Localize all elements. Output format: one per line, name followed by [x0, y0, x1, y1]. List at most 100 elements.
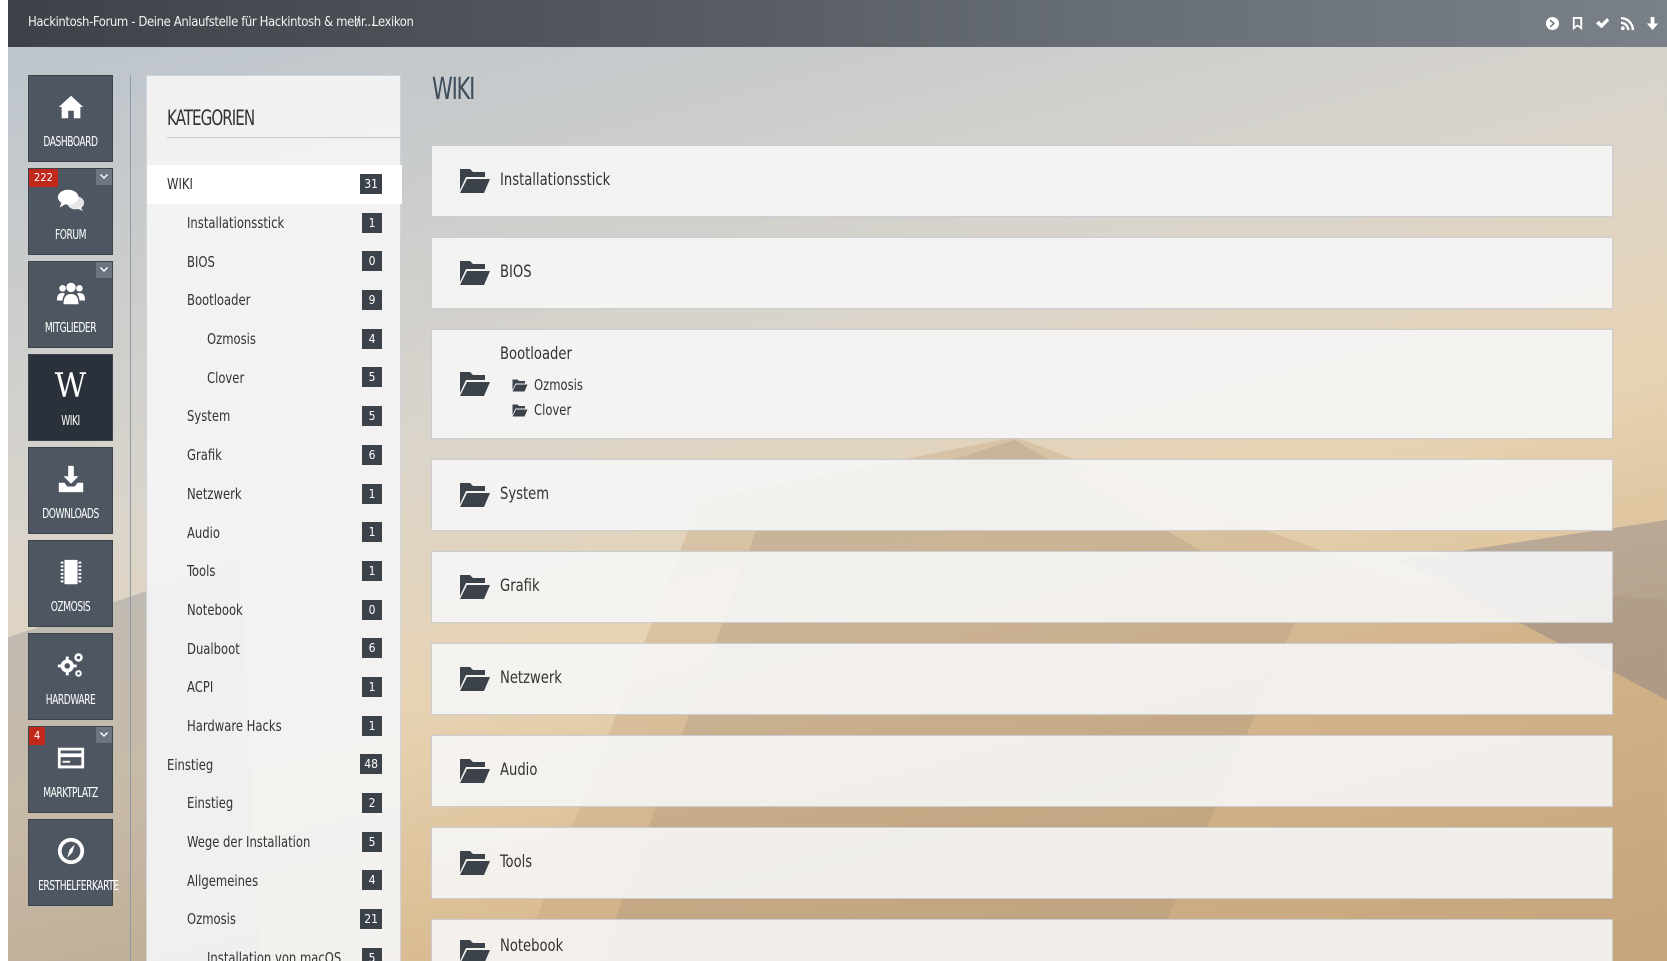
subcategory-link-clover[interactable]: Clover [512, 401, 577, 419]
breadcrumb-site-link[interactable]: Hackintosh-Forum - Deine Anlaufstelle fü… [28, 15, 374, 30]
card-title-link[interactable]: Audio [500, 760, 537, 780]
folder-open-icon [459, 848, 491, 876]
category-label: Installationsstick [187, 214, 285, 233]
category-count-badge: 6 [362, 444, 382, 465]
category-item-ozmosis-einstieg[interactable]: Ozmosis 21 [147, 900, 402, 939]
category-card-netzwerk[interactable]: Netzwerk [431, 643, 1613, 715]
category-label: WIKI [167, 175, 193, 194]
category-label: BIOS [187, 252, 215, 271]
category-item-wiki[interactable]: WIKI 31 [147, 165, 402, 204]
nav-ozmosis[interactable]: Ozmosis [28, 540, 113, 627]
category-item-dualboot[interactable]: Dualboot 6 [147, 629, 402, 668]
folder-open-icon [459, 166, 491, 194]
compass-icon [29, 834, 112, 868]
subcategory-label: Ozmosis [534, 376, 583, 394]
category-card-tools[interactable]: Tools [431, 827, 1613, 899]
category-label: Netzwerk [187, 484, 242, 503]
category-item-hardware-hacks[interactable]: Hardware Hacks 1 [147, 707, 402, 746]
category-item-bootloader[interactable]: Bootloader 9 [147, 281, 402, 320]
card-title-link[interactable]: Installationsstick [500, 170, 610, 190]
page-title: WIKI [432, 72, 475, 107]
nav-marktplatz[interactable]: 4 Marktplatz [28, 726, 113, 813]
category-count-badge: 0 [362, 599, 382, 620]
card-title-link[interactable]: Bootloader [500, 344, 572, 364]
category-label: Audio [187, 523, 220, 542]
card-title-link[interactable]: BIOS [500, 262, 532, 282]
category-label: Hardware Hacks [187, 716, 282, 735]
category-card-notebook[interactable]: Notebook [431, 919, 1613, 961]
category-label: Ozmosis [187, 910, 236, 929]
category-label: Grafik [187, 446, 222, 465]
category-count-badge: 21 [360, 909, 382, 930]
category-count-badge: 6 [362, 638, 382, 659]
rss-icon[interactable] [1615, 12, 1640, 34]
category-item-tools[interactable]: Tools 1 [147, 552, 402, 591]
card-title-link[interactable]: Notebook [500, 936, 563, 956]
category-item-grafik[interactable]: Grafik 6 [147, 436, 402, 475]
subcategory-link-ozmosis[interactable]: Ozmosis [512, 376, 591, 394]
comments-icon [29, 183, 112, 217]
category-item-wege-der-installation[interactable]: Wege der Installation 5 [147, 823, 402, 862]
category-item-system[interactable]: System 5 [147, 397, 402, 436]
category-card-grafik[interactable]: Grafik [431, 551, 1613, 623]
breadcrumb-separator: / [356, 15, 360, 30]
nav-forum[interactable]: 222 Forum [28, 168, 113, 255]
category-item-acpi[interactable]: ACPI 1 [147, 668, 402, 707]
category-item-einstieg[interactable]: Einstieg 2 [147, 784, 402, 823]
categories-panel: Kategorien WIKI 31 Installationsstick 1 BI… [146, 75, 402, 961]
category-card-bootloader[interactable]: Bootloader Ozmosis Clover [431, 329, 1613, 439]
subcategory-label: Clover [534, 401, 572, 419]
bookmark-icon[interactable] [1565, 12, 1590, 34]
nav-hardware[interactable]: Hardware [28, 633, 113, 720]
check-icon[interactable] [1590, 12, 1615, 34]
category-item-ozmosis[interactable]: Ozmosis 4 [147, 320, 402, 359]
category-item-allgemeines[interactable]: Allgemeines 4 [147, 861, 402, 900]
nav-wiki[interactable]: W Wiki [28, 354, 113, 441]
category-count-badge: 1 [362, 522, 382, 543]
wikipedia-icon: W [54, 366, 87, 406]
folder-open-icon [459, 369, 491, 397]
nav-ersthelferkarte[interactable]: Ersthelferkarte [28, 819, 119, 906]
download-arrow-icon[interactable] [1640, 12, 1665, 34]
category-item-installationsstick[interactable]: Installationsstick 1 [147, 204, 402, 243]
folder-open-icon [459, 937, 491, 961]
category-item-audio[interactable]: Audio 1 [147, 513, 402, 552]
card-title-link[interactable]: Grafik [500, 576, 540, 596]
nav-dashboard[interactable]: Dashboard [28, 75, 113, 162]
category-label: Clover [207, 368, 245, 387]
card-title-link[interactable]: Tools [500, 852, 532, 872]
category-card-audio[interactable]: Audio [431, 735, 1613, 807]
category-card-system[interactable]: System [431, 459, 1613, 531]
category-count-badge: 1 [362, 676, 382, 697]
nav-label: Marktplatz [43, 786, 98, 801]
nav-label: Mitglieder [44, 321, 97, 336]
category-item-einstieg-root[interactable]: Einstieg 48 [147, 745, 402, 784]
category-item-bios[interactable]: BIOS 0 [147, 242, 402, 281]
breadcrumb-lexikon-link[interactable]: Lexikon [372, 15, 414, 30]
category-count-badge: 4 [362, 328, 382, 349]
category-card-bios[interactable]: BIOS [431, 237, 1613, 309]
nav-label: Hardware [45, 693, 96, 708]
category-count-badge: 31 [360, 174, 382, 194]
category-label: Bootloader [187, 291, 251, 310]
nav-label: Dashboard [43, 135, 98, 150]
nav-mitglieder[interactable]: Mitglieder [28, 261, 113, 348]
nav-downloads[interactable]: Downloads [28, 447, 113, 534]
category-count-badge: 2 [362, 793, 382, 813]
folder-open-icon [459, 664, 491, 692]
category-label: Ozmosis [207, 330, 256, 349]
category-list: WIKI 31 Installationsstick 1 BIOS 0 Bootloa… [147, 165, 402, 961]
category-label: Notebook [187, 600, 243, 619]
card-title-link[interactable]: System [500, 484, 549, 504]
category-item-netzwerk[interactable]: Netzwerk 1 [147, 475, 402, 514]
card-title-link[interactable]: Netzwerk [500, 668, 562, 688]
category-item-installation-von-macos[interactable]: Installation von macOS 5 [147, 939, 402, 961]
category-count-badge: 0 [362, 251, 382, 272]
category-item-clover[interactable]: Clover 5 [147, 358, 402, 397]
category-item-notebook[interactable]: Notebook 0 [147, 591, 402, 630]
chevron-circle-right-icon[interactable] [1540, 12, 1565, 34]
category-count-badge: 1 [362, 212, 382, 233]
credit-card-icon [29, 741, 112, 775]
category-card-installationsstick[interactable]: Installationsstick [431, 145, 1613, 217]
nav-label: Ersthelferkarte [38, 879, 119, 894]
